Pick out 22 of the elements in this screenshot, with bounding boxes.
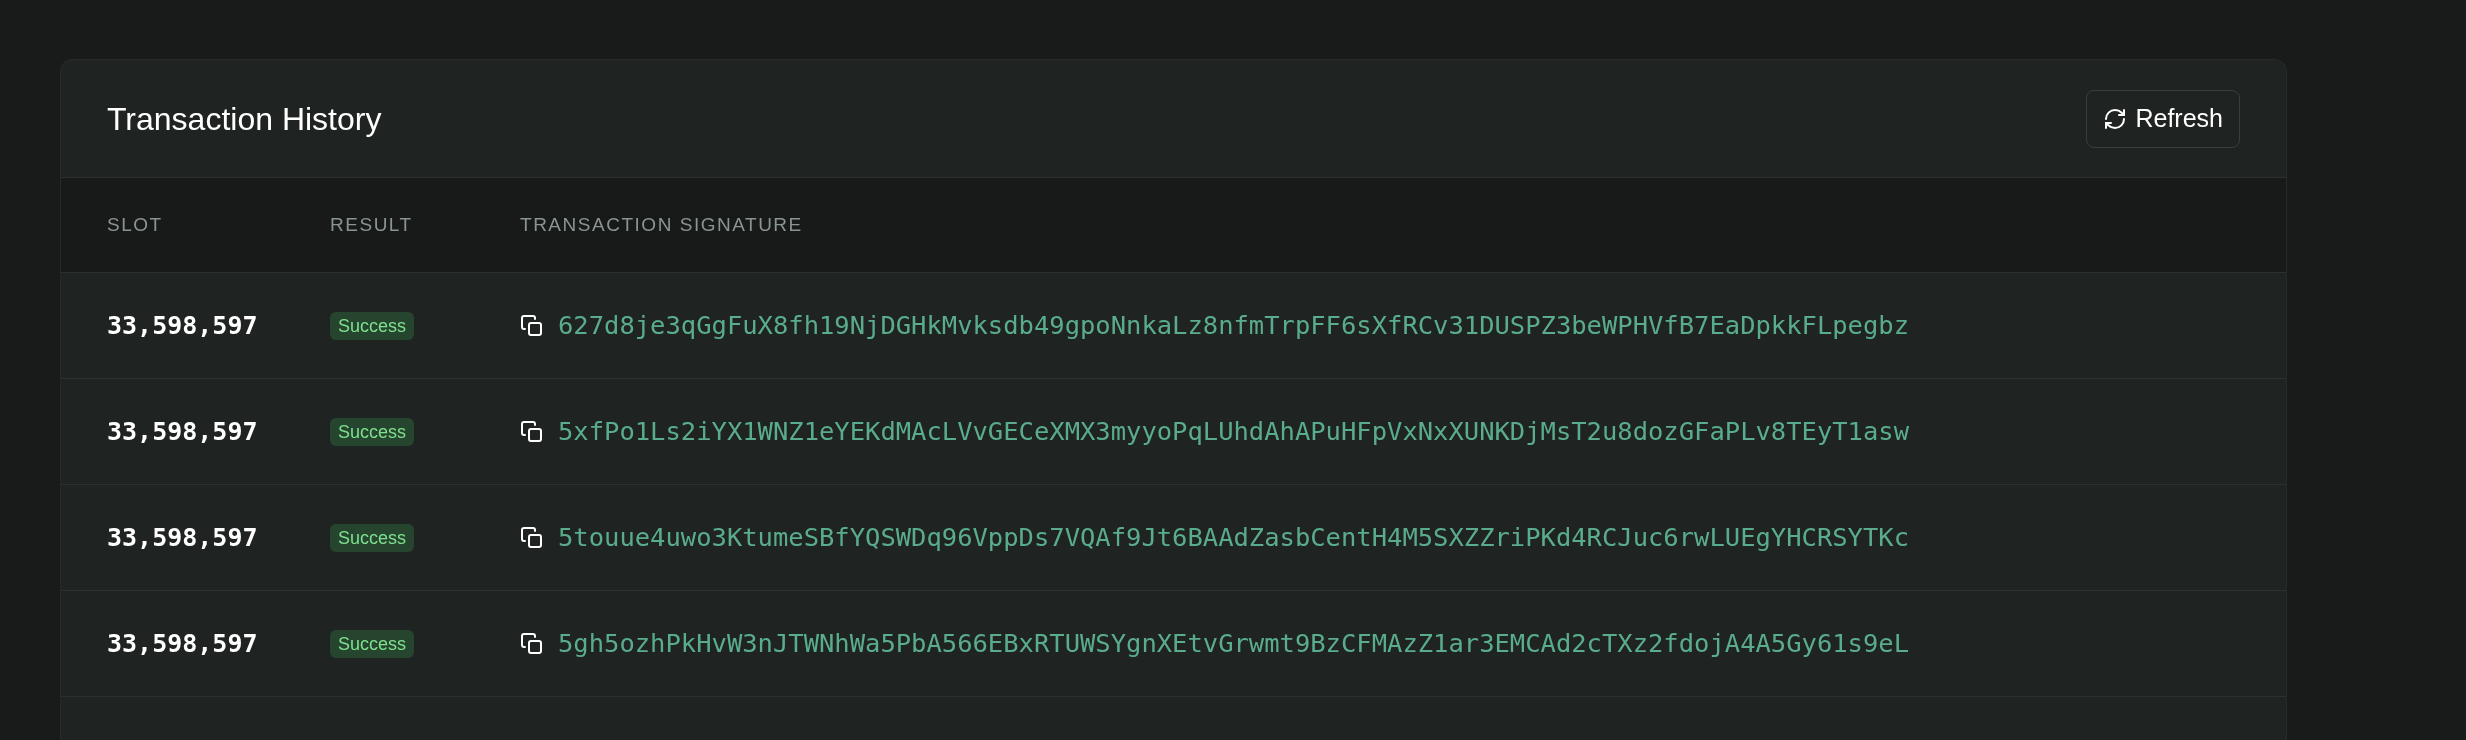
- slot-number: 33,598,597: [107, 415, 259, 448]
- card-title: Transaction History: [107, 99, 382, 139]
- signature-link[interactable]: 5touue4uwo3KtumeSBfYQSWDq96VppDs7VQAf9Jt6BAAdZasbCentH4M5SXZZriPKd4RCJuc6rwLUEgYHCRSYTKc: [558, 518, 1909, 557]
- column-header: TRANSACTION SIGNATURE: [520, 212, 804, 237]
- status-badge: Success: [330, 629, 415, 658]
- refresh-button[interactable]: Refresh: [2086, 89, 2240, 148]
- refresh-icon: [2103, 106, 2128, 131]
- copy-icon[interactable]: [520, 525, 544, 550]
- slot-number: 33,598,597: [107, 521, 259, 554]
- status-badge: Success: [330, 311, 415, 340]
- signature-link[interactable]: 627d8je3qGgFuX8fh19NjDGHkMvksdb49gpoNnkaLz8nfmTrpFF6sXfRCv31DUSPZ3beWPHVfB7EaDpkkFLpegbz: [558, 306, 1909, 345]
- copy-icon[interactable]: [520, 313, 544, 338]
- column-header: RESULT: [330, 212, 414, 237]
- signature-link[interactable]: 5gh5ozhPkHvW3nJTWNhWa5PbA566EBxRTUWSYgnXEtvGrwmt9BzCFMAzZ1ar3EMCAd2cTXz2fdojA4A5Gy61s9eL: [558, 624, 1909, 663]
- copy-icon[interactable]: [520, 631, 544, 656]
- signature-link[interactable]: 5xfPo1Ls2iYX1WNZ1eYEKdMAcLVvGECeXMX3myyoPqLUhdAhAPuHFpVxNxXUNKDjMsT2u8dozGFaPLv8TEyT1asw: [558, 412, 1909, 451]
- copy-icon[interactable]: [520, 419, 544, 444]
- slot-number: 33,598,597: [107, 627, 259, 660]
- status-badge: Success: [330, 523, 415, 552]
- status-badge: Success: [330, 417, 415, 446]
- column-header: SLOT: [107, 212, 164, 237]
- slot-number: 33,598,597: [107, 309, 259, 342]
